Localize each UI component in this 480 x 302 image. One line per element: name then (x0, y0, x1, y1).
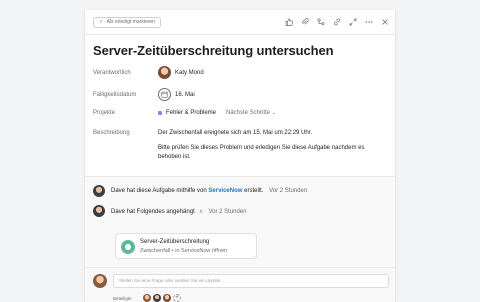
project-color-dot (158, 111, 162, 115)
thumbs-up-icon[interactable] (285, 17, 293, 26)
comment-divider (85, 267, 395, 268)
avatar (93, 185, 105, 197)
calendar-icon[interactable] (158, 88, 171, 101)
description-paragraph: Der Zwischenfall ereignete sich am 15. M… (158, 130, 313, 136)
activity-attached: Dave hat Folgendes angehängt ⌕ Vor 2 Stu… (111, 209, 246, 216)
project-section-label: Nächste Schritte (226, 110, 271, 116)
task-title[interactable]: Server-Zeitüberschreitung untersuchen (93, 43, 334, 58)
attachment-card[interactable]: Server-Zeitüberschreitung Zwischenfall •… (115, 233, 257, 259)
project-section-dropdown[interactable]: Nächste Schritte ⌄ (226, 110, 276, 116)
activity-text: Dave hat Folgendes angehängt (111, 209, 195, 215)
attachment-title: Server-Zeitüberschreitung (140, 239, 210, 245)
task-detail-pane: ✓ Als erledigt markieren Server-Zeitüber… (84, 10, 396, 302)
description-label: Beschreibung (93, 130, 130, 136)
collaborator-avatar[interactable] (143, 294, 151, 302)
activity-text: erstellt. (244, 188, 264, 194)
activity-section: Dave hat diese Aufgabe mithilfe von Serv… (85, 176, 395, 302)
activity-created: Dave hat diese Aufgabe mithilfe von Serv… (111, 188, 307, 194)
assignee-name[interactable]: Katy Mond (175, 70, 204, 76)
description-paragraph: Bitte prüfen Sie dieses Problem und erle… (158, 145, 365, 160)
mark-complete-button[interactable]: ✓ Als erledigt markieren (93, 17, 161, 28)
servicenow-link[interactable]: ServiceNow (208, 188, 242, 194)
servicenow-icon (121, 240, 135, 254)
collaborator-avatar[interactable] (163, 294, 171, 302)
description-text[interactable]: Der Zwischenfall ereignete sich am 15. M… (158, 129, 388, 168)
more-icon[interactable] (365, 17, 373, 26)
due-date-value[interactable]: 16. Mai (175, 92, 195, 98)
activity-text: Dave hat diese Aufgabe mithilfe von (111, 188, 207, 194)
link-icon[interactable] (333, 17, 341, 26)
current-user-avatar (93, 274, 107, 288)
project-name[interactable]: Fehler & Probleme (166, 110, 216, 116)
toolbar-divider (85, 34, 395, 35)
task-toolbar: ✓ Als erledigt markieren (85, 10, 395, 34)
due-date-label: Fälligkeitsdatum (93, 92, 137, 98)
collaborators-label: Beteiligte (113, 296, 132, 301)
close-icon[interactable] (381, 17, 389, 26)
assignee-avatar[interactable] (158, 66, 171, 79)
collaborator-avatar[interactable] (153, 294, 161, 302)
comment-input[interactable]: Stellen Sie eine Frage oder senden Sie e… (113, 274, 389, 288)
activity-timestamp: Vor 2 Stunden (208, 209, 247, 215)
attachment-subtitle[interactable]: Zwischenfall • in ServiceNow öffnen (140, 248, 227, 254)
mark-complete-label: Als erledigt markieren (106, 19, 155, 25)
projects-label: Projekte (93, 110, 116, 116)
attach-icon[interactable] (301, 17, 309, 26)
add-collaborator-button[interactable]: + (173, 294, 181, 302)
activity-divider (85, 176, 395, 177)
assignee-label: Verantwortlich (93, 70, 131, 76)
subtask-icon[interactable] (317, 17, 325, 26)
toolbar-actions (285, 17, 389, 26)
activity-timestamp: Vor 2 Stunden (269, 188, 308, 194)
chevron-down-icon: ⌄ (271, 110, 276, 116)
expand-icon[interactable] (349, 17, 357, 26)
attach-icon: ⌕ (199, 209, 203, 215)
check-icon: ✓ (99, 19, 104, 25)
avatar (93, 205, 105, 217)
